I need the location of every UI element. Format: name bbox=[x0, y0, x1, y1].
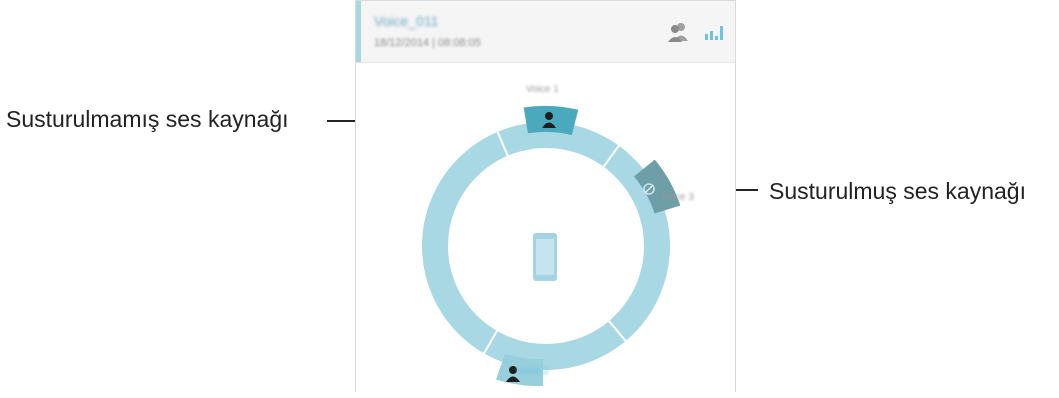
people-icon[interactable] bbox=[666, 21, 690, 43]
recording-header[interactable]: Voice_011 18/12/2014 | 08:08:05 bbox=[356, 1, 735, 63]
device-icon bbox=[533, 233, 557, 281]
header-accent-bar bbox=[356, 1, 361, 62]
voice-recorder-screen: Voice_011 18/12/2014 | 08:08:05 Voice 1 … bbox=[355, 0, 736, 392]
callout-unmuted-source: Susturulmamış ses kaynağı bbox=[6, 106, 289, 132]
speaker-label-voice3: Voice 3 bbox=[661, 192, 694, 203]
speaker-label-voice2: Voice 2 bbox=[516, 366, 549, 377]
speaker-segment-voice1 bbox=[523, 105, 579, 136]
equalizer-icon[interactable] bbox=[702, 21, 726, 43]
callout-muted-source: Susturulmuş ses kaynağı bbox=[769, 178, 1026, 204]
recording-name: Voice_011 bbox=[374, 13, 439, 29]
speaker-wheel[interactable]: Voice 1 Voice 3 Voice 2 bbox=[356, 62, 735, 393]
speaker-label-voice1: Voice 1 bbox=[526, 84, 559, 95]
recording-datetime: 18/12/2014 | 08:08:05 bbox=[374, 37, 481, 49]
